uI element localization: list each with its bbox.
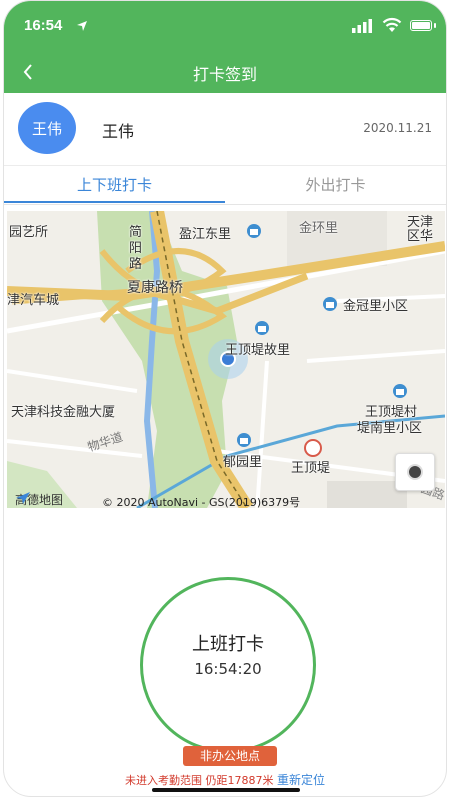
warning-text: 未进入考勤范围 仍距17887米 xyxy=(124,774,274,787)
map-copyright: © 2020 AutoNavi - GS(2019)6379号 xyxy=(102,496,301,508)
locate-me-button[interactable] xyxy=(395,453,435,491)
building-icon xyxy=(237,433,251,447)
tab-outing-checkin[interactable]: 外出打卡 xyxy=(225,166,446,204)
signal-icon xyxy=(352,19,372,33)
map-label: 金环里 xyxy=(299,221,339,236)
active-tab-indicator xyxy=(4,201,225,203)
user-name: 王伟 xyxy=(102,122,135,141)
checkin-time: 16:54:20 xyxy=(194,660,262,678)
profile-row: 王伟 王伟 2020.11.21 xyxy=(4,93,446,166)
locate-icon xyxy=(407,464,423,480)
date-label: 2020.11.21 xyxy=(363,121,432,135)
building-icon xyxy=(247,224,261,238)
map-label: 郁园里 xyxy=(223,455,263,470)
building-icon xyxy=(323,297,337,311)
wifi-icon xyxy=(382,17,402,32)
map-label: 王顶堤故里 xyxy=(225,343,291,358)
checkin-label: 上班打卡 xyxy=(192,634,264,655)
map-label: 金冠里小区 xyxy=(343,299,409,314)
page-title: 打卡签到 xyxy=(192,65,257,84)
home-indicator xyxy=(152,788,300,792)
map-view[interactable]: 园艺所 简 阳 路 盈江东里 金环里 天津 区华 夏康路桥 津汽车城 金冠里小区… xyxy=(7,211,445,508)
nav-bar: 打卡签到 xyxy=(4,51,446,93)
status-bar: 16:54 xyxy=(4,1,446,51)
map-label: 区华 xyxy=(407,229,434,244)
map-label: 津汽车城 xyxy=(7,293,60,308)
amap-logo: 高德地图 xyxy=(15,491,63,508)
phone-screen: 16:54 打卡签到 王伟 王伟 2020.11.21 上下班打卡 外出打卡 园… xyxy=(3,0,447,797)
attendance-warning: 未进入考勤范围 仍距17887米 重新定位 xyxy=(4,771,446,788)
map-label: 园艺所 xyxy=(9,225,49,240)
map-label: 堤南里小区 xyxy=(357,421,423,436)
map-label: 王顶堤 xyxy=(291,461,331,476)
checkin-button[interactable]: 上班打卡 16:54:20 xyxy=(140,577,316,753)
relocate-link[interactable]: 重新定位 xyxy=(277,773,325,787)
avatar: 王伟 xyxy=(18,102,76,154)
tab-bar: 上下班打卡 外出打卡 xyxy=(4,166,446,205)
map-label: 路 xyxy=(129,257,143,272)
status-time: 16:54 xyxy=(24,17,63,34)
location-arrow-icon xyxy=(77,21,87,31)
status-badge: 非办公地点 xyxy=(183,746,277,766)
battery-tip xyxy=(434,23,436,28)
battery-icon xyxy=(410,20,432,31)
navigation-arrow-icon xyxy=(16,492,30,504)
map-label: 盈江东里 xyxy=(179,227,232,242)
building-icon xyxy=(393,384,407,398)
tab-commute-checkin[interactable]: 上下班打卡 xyxy=(4,166,225,204)
map-label: 天津科技金融大厦 xyxy=(11,405,116,420)
map-label: 夏康路桥 xyxy=(127,280,183,296)
building-icon xyxy=(255,321,269,335)
